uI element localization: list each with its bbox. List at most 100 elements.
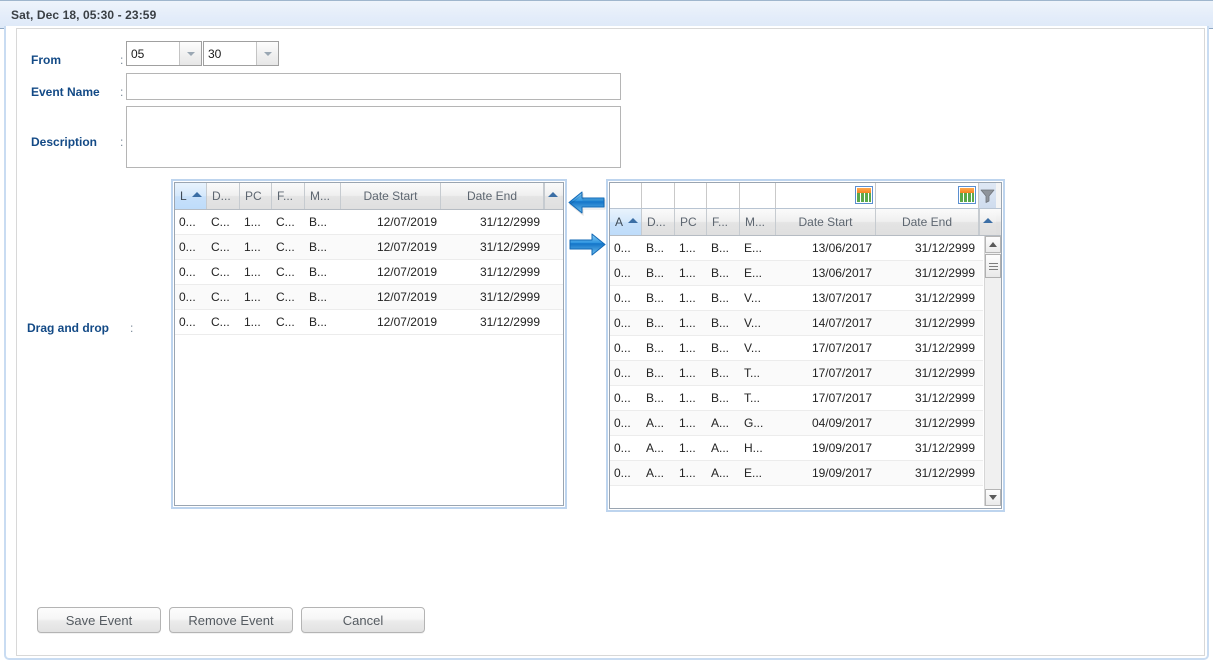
left-grid-column-header[interactable]: L <box>175 183 207 209</box>
column-header-label: PC <box>680 215 697 229</box>
table-cell: A... <box>707 461 740 485</box>
table-cell: 1... <box>675 361 707 385</box>
table-cell: C... <box>207 210 240 234</box>
table-cell: 31/12/2999 <box>876 361 979 385</box>
table-cell: B... <box>642 386 675 410</box>
right-grid-column-header[interactable]: PC <box>675 209 707 235</box>
filter-button[interactable] <box>979 183 996 208</box>
table-cell: 12/07/2019 <box>341 260 441 284</box>
table-cell: B... <box>642 261 675 285</box>
column-header-label: D... <box>212 189 231 203</box>
table-row[interactable]: 0...B...1...B...T...17/07/201731/12/2999 <box>610 361 983 386</box>
scroll-down-button[interactable] <box>985 489 1001 506</box>
table-cell: B... <box>707 286 740 310</box>
filter-cell[interactable] <box>675 183 707 208</box>
left-grid-column-header[interactable]: Date Start <box>341 183 441 209</box>
right-grid-column-header[interactable]: Date End <box>876 209 979 235</box>
description-textarea[interactable] <box>126 106 621 168</box>
table-cell: A... <box>642 461 675 485</box>
table-cell: 1... <box>240 310 272 334</box>
table-cell: B... <box>642 236 675 260</box>
right-grid-column-header[interactable]: D... <box>642 209 675 235</box>
from-minute-select[interactable]: 30 <box>203 41 279 66</box>
table-row[interactable]: 0...C...1...C...B...12/07/201931/12/2999 <box>175 235 563 260</box>
table-row[interactable]: 0...B...1...B...V...13/07/201731/12/2999 <box>610 286 983 311</box>
table-cell: A... <box>642 436 675 460</box>
left-grid-column-header[interactable]: PC <box>240 183 272 209</box>
arrow-right-icon <box>567 231 607 259</box>
drag-and-drop-colon: : <box>130 321 133 335</box>
left-grid-column-header[interactable]: F... <box>272 183 305 209</box>
window-title: Sat, Dec 18, 05:30 - 23:59 <box>11 8 156 22</box>
cancel-button[interactable]: Cancel <box>301 607 425 633</box>
content-panel: From : 05 30 Event Name : Description : … <box>4 26 1209 660</box>
column-header-label: L <box>180 189 187 203</box>
sort-ascending-icon <box>192 192 202 197</box>
table-row[interactable]: 0...C...1...C...B...12/07/201931/12/2999 <box>175 210 563 235</box>
filter-cell[interactable] <box>776 183 876 208</box>
table-row[interactable]: 0...A...1...A...H...19/09/201731/12/2999 <box>610 436 983 461</box>
calendar-icon[interactable] <box>958 186 976 204</box>
column-header-label: Date Start <box>363 189 417 203</box>
selected-items-grid[interactable]: AD...PCF...M...Date StartDate End 0...B.… <box>606 179 1005 512</box>
table-cell: B... <box>707 336 740 360</box>
filter-cell[interactable] <box>707 183 740 208</box>
table-cell: 31/12/2999 <box>876 311 979 335</box>
table-cell: 31/12/2999 <box>441 235 544 259</box>
left-grid-column-header[interactable]: Date End <box>441 183 544 209</box>
table-row[interactable]: 0...B...1...B...T...17/07/201731/12/2999 <box>610 386 983 411</box>
table-row[interactable]: 0...B...1...B...E...13/06/201731/12/2999 <box>610 236 983 261</box>
right-grid-column-header[interactable]: F... <box>707 209 740 235</box>
remove-event-button[interactable]: Remove Event <box>169 607 293 633</box>
table-cell: 1... <box>675 236 707 260</box>
table-row[interactable]: 0...A...1...A...E...19/09/201731/12/2999 <box>610 461 983 486</box>
right-grid-column-header[interactable]: A <box>610 209 642 235</box>
funnel-icon <box>980 189 995 203</box>
table-cell: C... <box>207 235 240 259</box>
table-row[interactable]: 0...B...1...B...V...14/07/201731/12/2999 <box>610 311 983 336</box>
move-left-button[interactable] <box>567 189 607 217</box>
move-right-button[interactable] <box>567 231 607 259</box>
table-cell: 0... <box>610 436 642 460</box>
event-name-input[interactable] <box>126 73 621 100</box>
calendar-icon[interactable] <box>855 186 873 204</box>
left-grid-column-header[interactable]: D... <box>207 183 240 209</box>
filter-cell[interactable] <box>610 183 642 208</box>
table-cell: 0... <box>610 236 642 260</box>
right-grid-vertical-scrollbar[interactable] <box>984 236 1001 506</box>
table-cell: 0... <box>610 311 642 335</box>
drag-and-drop-label: Drag and drop <box>27 321 109 335</box>
filter-cell[interactable] <box>740 183 776 208</box>
scrollbar-thumb[interactable] <box>985 254 1001 278</box>
filter-cell[interactable] <box>876 183 979 208</box>
table-row[interactable]: 0...C...1...C...B...12/07/201931/12/2999 <box>175 310 563 335</box>
table-row[interactable]: 0...A...1...A...G...04/09/201731/12/2999 <box>610 411 983 436</box>
right-grid-column-header[interactable]: M... <box>740 209 776 235</box>
from-hour-select[interactable]: 05 <box>126 41 202 66</box>
table-row[interactable]: 0...C...1...C...B...12/07/201931/12/2999 <box>175 260 563 285</box>
left-grid-body[interactable]: 0...C...1...C...B...12/07/201931/12/2999… <box>175 210 563 504</box>
left-grid-column-header[interactable]: M... <box>305 183 341 209</box>
save-event-button[interactable]: Save Event <box>37 607 161 633</box>
table-row[interactable]: 0...C...1...C...B...12/07/201931/12/2999 <box>175 285 563 310</box>
table-cell: 1... <box>675 286 707 310</box>
filter-cell[interactable] <box>642 183 675 208</box>
table-cell: B... <box>642 336 675 360</box>
sort-ascending-icon <box>628 218 638 223</box>
table-cell: C... <box>207 310 240 334</box>
left-grid-header-row: L D... PCF...M... Date Start Date End <box>175 183 563 210</box>
table-cell: B... <box>707 261 740 285</box>
table-cell: B... <box>305 210 341 234</box>
table-row[interactable]: 0...B...1...B...E...13/06/201731/12/2999 <box>610 261 983 286</box>
right-grid-column-header[interactable]: Date Start <box>776 209 876 235</box>
scroll-up-button[interactable] <box>985 236 1001 253</box>
chevron-down-icon[interactable] <box>179 42 201 65</box>
table-cell: C... <box>207 285 240 309</box>
chevron-down-icon[interactable] <box>256 42 278 65</box>
available-items-grid[interactable]: L D... PCF...M... Date Start Date End 0...C.… <box>171 179 567 509</box>
table-row[interactable]: 0...B...1...B...V...17/07/201731/12/2999 <box>610 336 983 361</box>
arrow-left-icon <box>567 189 607 217</box>
right-grid-body[interactable]: 0...B...1...B...E...13/06/201731/12/2999… <box>610 236 1001 506</box>
right-grid-filter-row[interactable] <box>610 183 1001 209</box>
table-cell: 0... <box>610 461 642 485</box>
